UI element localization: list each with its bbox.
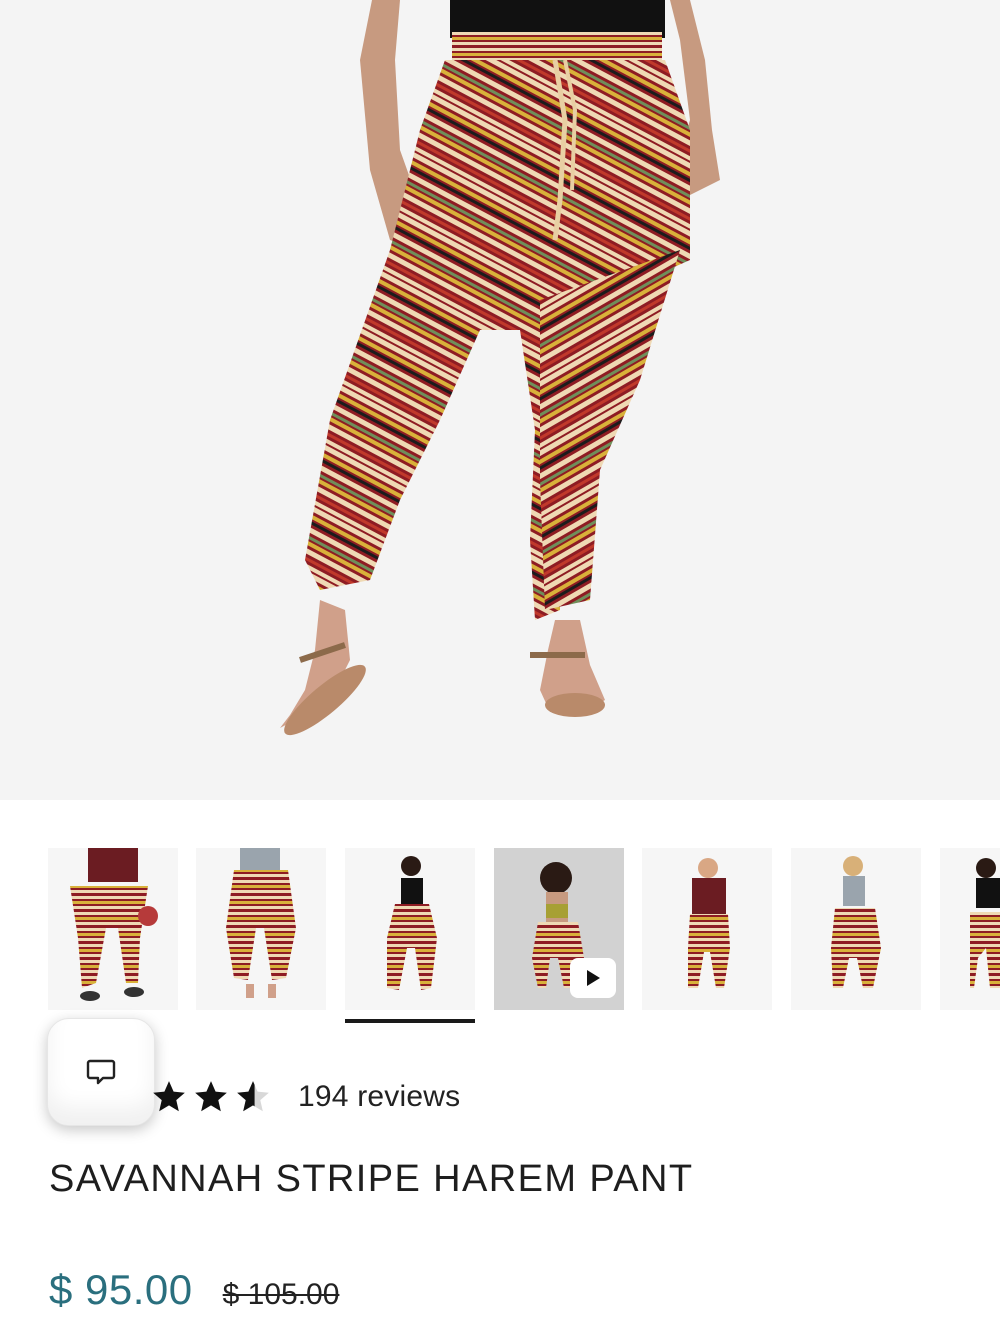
thumbnail-7[interactable]	[940, 848, 1000, 1010]
play-icon	[587, 970, 600, 986]
rating-summary[interactable]: 194 reviews	[150, 1075, 460, 1119]
star-icon	[153, 1081, 185, 1112]
star-icon	[195, 1081, 227, 1112]
thumbnail-1[interactable]	[48, 848, 178, 1010]
chat-button[interactable]	[47, 1018, 155, 1126]
selected-thumbnail-indicator	[345, 1019, 475, 1023]
product-hero-image[interactable]	[0, 0, 1000, 800]
star-half-icon	[237, 1081, 269, 1112]
compare-at-price: $ 105.00	[222, 1278, 340, 1311]
product-page: 194 reviews SAVANNAH STRIPE HAREM PANT $…	[0, 0, 1000, 1333]
star-rating	[150, 1078, 272, 1116]
sale-price: $ 95.00	[49, 1266, 193, 1313]
chat-bubble-icon	[86, 1059, 116, 1085]
price-row: $ 95.00 $ 105.00	[49, 1266, 339, 1314]
thumbnail-6[interactable]	[791, 848, 921, 1010]
thumbnail-2[interactable]	[196, 848, 326, 1010]
product-title: SAVANNAH STRIPE HAREM PANT	[49, 1158, 694, 1200]
thumbnail-3-selected[interactable]	[345, 848, 475, 1010]
thumbnail-5[interactable]	[642, 848, 772, 1010]
thumbnail-4-video[interactable]	[494, 848, 624, 1010]
reviews-count[interactable]: 194 reviews	[298, 1080, 460, 1114]
thumbnail-strip	[0, 848, 1000, 1028]
video-play-button[interactable]	[570, 958, 616, 998]
